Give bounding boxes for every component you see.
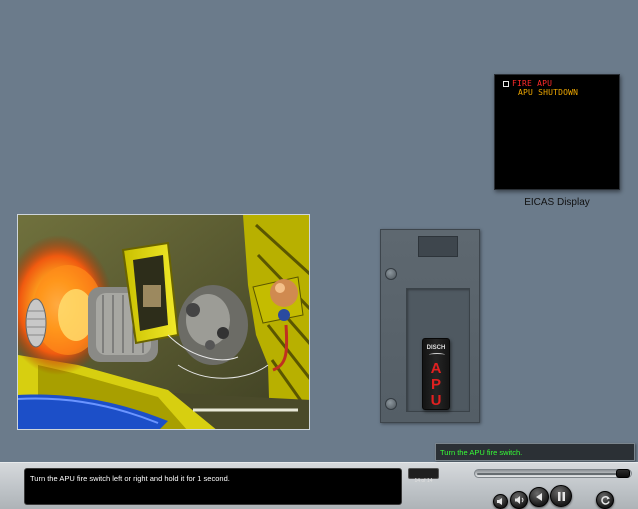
volume-up-button[interactable] — [510, 491, 528, 509]
player-control-bar: Turn the APU fire switch left or right a… — [0, 462, 638, 509]
progress-slider[interactable] — [474, 469, 632, 478]
volume-down-button[interactable] — [493, 494, 508, 509]
apu-letter-u: U — [430, 392, 442, 409]
eicas-display: FIRE APU APU SHUTDOWN — [494, 74, 620, 190]
instruction-prompt: Turn the APU fire switch. — [435, 443, 635, 461]
apu-engine-graphic — [18, 215, 309, 429]
page-counter-text: 14 of 14 — [414, 478, 433, 484]
apu-fire-switch[interactable]: DISCH A P U — [422, 338, 450, 410]
back-icon — [536, 493, 542, 501]
progress-slider-fill — [477, 473, 618, 475]
screw-icon — [385, 268, 397, 280]
apu-engine-illustration — [17, 214, 310, 430]
apu-fire-panel: DISCH A P U — [380, 229, 480, 423]
eicas-message-box-icon — [503, 81, 509, 87]
pause-button[interactable] — [550, 485, 572, 507]
instruction-text: Turn the APU fire switch. — [440, 448, 523, 457]
eicas-caption: EICAS Display — [524, 197, 590, 208]
volume-down-icon — [497, 498, 502, 505]
eicas-warning-message: FIRE APU — [512, 79, 553, 88]
caption-text: Turn the APU fire switch left or right a… — [30, 474, 230, 483]
screw-icon — [385, 398, 397, 410]
back-button[interactable] — [529, 487, 549, 507]
pause-icon — [557, 491, 565, 501]
volume-up-icon — [514, 496, 523, 504]
replay-button[interactable] — [596, 491, 614, 509]
panel-placard — [418, 236, 458, 257]
disch-label: DISCH — [426, 345, 446, 351]
eicas-caution-message: APU SHUTDOWN — [518, 88, 579, 97]
caption-box: Turn the APU fire switch left or right a… — [24, 468, 402, 505]
apu-letter-p: P — [430, 376, 441, 393]
page-counter: 14 of 14 — [408, 468, 439, 484]
apu-letter-a: A — [430, 360, 442, 377]
replay-icon — [600, 495, 610, 505]
disch-arc-icon — [429, 353, 445, 357]
progress-slider-thumb[interactable] — [616, 469, 630, 478]
